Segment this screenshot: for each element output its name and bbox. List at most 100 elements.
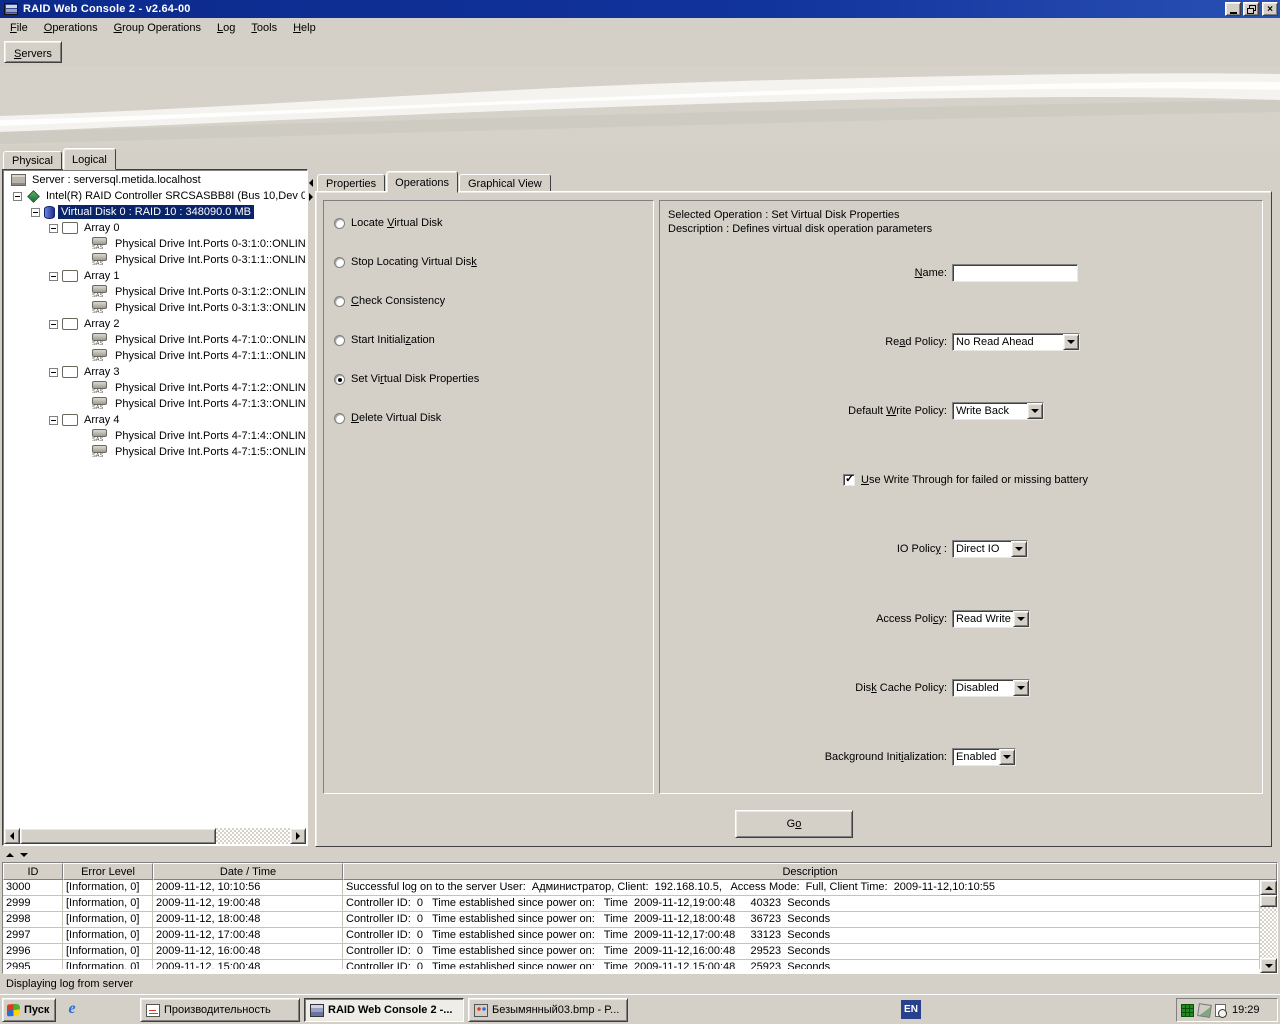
tree-item-drive[interactable]: SAS Physical Drive Int.Ports 4-7:1:2::ON… [5, 380, 305, 396]
tab-operations[interactable]: Operations [386, 171, 458, 193]
tree-item-drive[interactable]: SAS Physical Drive Int.Ports 4-7:1:4::ON… [5, 428, 305, 444]
menu-operations[interactable]: Operations [36, 19, 106, 38]
log-row[interactable]: 2998 [Information, 0] 2009-11-12, 18:00:… [3, 912, 1260, 928]
radio-locate-virtual-disk[interactable]: Locate Virtual Disk [334, 215, 443, 231]
radio-set-virtual-disk-properties[interactable]: Set Virtual Disk Properties [334, 371, 479, 387]
tree-item-drive[interactable]: SAS Physical Drive Int.Ports 0-3:1:1::ON… [5, 252, 305, 268]
splitter-down-button[interactable] [17, 850, 30, 859]
tree-item-drive[interactable]: SAS Physical Drive Int.Ports 4-7:1:0::ON… [5, 332, 305, 348]
collapse-minus-icon[interactable] [13, 192, 22, 201]
scrollbar-track[interactable] [216, 828, 290, 844]
internet-explorer-icon[interactable]: e [62, 1000, 82, 1020]
access-policy-select[interactable]: Read Write [952, 610, 1030, 628]
radio-stop-locating-virtual-disk[interactable]: Stop Locating Virtual Disk [334, 254, 477, 270]
read-policy-select[interactable]: No Read Ahead [952, 333, 1080, 351]
dropdown-button[interactable] [1063, 334, 1079, 350]
dropdown-button[interactable] [1013, 611, 1029, 627]
menu-log[interactable]: Log [209, 19, 243, 38]
scroll-up-button[interactable] [1260, 880, 1277, 895]
log-row[interactable]: 2997 [Information, 0] 2009-11-12, 17:00:… [3, 928, 1260, 944]
radio-delete-virtual-disk[interactable]: Delete Virtual Disk [334, 410, 441, 426]
collapse-minus-icon[interactable] [49, 272, 58, 281]
log-header-description[interactable]: Description [343, 863, 1277, 880]
tab-physical[interactable]: Physical [3, 151, 62, 170]
close-button[interactable]: × [1262, 2, 1278, 16]
tree-item-virtual-disk[interactable]: Virtual Disk 0 : RAID 10 : 348090.0 MB [5, 204, 305, 220]
io-policy-select[interactable]: Direct IO [952, 540, 1028, 558]
scrollbar-thumb[interactable] [20, 828, 216, 844]
scroll-right-button[interactable] [290, 828, 306, 844]
radio-icon[interactable] [334, 335, 345, 346]
background-initialization-select[interactable]: Enabled [952, 748, 1016, 766]
log-splitter[interactable] [0, 848, 1280, 861]
go-button[interactable]: Go [735, 810, 853, 838]
tree-item-array-2[interactable]: Array 2 [5, 316, 305, 332]
dropdown-button[interactable] [1011, 541, 1027, 557]
start-button[interactable]: Пуск [2, 998, 56, 1022]
tray-app-icon[interactable] [1197, 1003, 1212, 1018]
radio-check-consistency[interactable]: Check Consistency [334, 293, 445, 309]
tree-item-controller[interactable]: Intel(R) RAID Controller SRCSASBB8I (Bus… [5, 188, 305, 204]
log-row-partial[interactable]: 2995 [Information, 0] 2009-11-12, 15:00:… [3, 960, 1260, 969]
task-button-raid-console[interactable]: RAID Web Console 2 -... [304, 998, 464, 1022]
tree-item-array-1[interactable]: Array 1 [5, 268, 305, 284]
name-input[interactable] [952, 264, 1078, 282]
dropdown-button[interactable] [1027, 403, 1043, 419]
collapse-minus-icon[interactable] [49, 224, 58, 233]
log-row[interactable]: 2999 [Information, 0] 2009-11-12, 19:00:… [3, 896, 1260, 912]
collapse-minus-icon[interactable] [49, 368, 58, 377]
collapse-minus-icon[interactable] [49, 320, 58, 329]
scrollbar-thumb[interactable] [1260, 895, 1277, 907]
task-button-perfmon[interactable]: Производительность [140, 998, 300, 1022]
radio-icon[interactable] [334, 257, 345, 268]
menu-tools[interactable]: Tools [243, 19, 285, 38]
log-header-error-level[interactable]: Error Level [63, 863, 153, 880]
tab-logical[interactable]: Logical [63, 148, 116, 170]
tree-item-server[interactable]: Server : serversql.metida.localhost [5, 172, 305, 188]
servers-button[interactable]: Servers [4, 41, 62, 63]
menu-file[interactable]: File [2, 19, 36, 38]
log-header-date-time[interactable]: Date / Time [153, 863, 343, 880]
log-header-id[interactable]: ID [3, 863, 63, 880]
task-button-paint[interactable]: Безымянный03.bmp - P... [468, 998, 628, 1022]
tray-grid-icon[interactable] [1181, 1004, 1194, 1017]
menu-group-operations[interactable]: Group Operations [106, 19, 209, 38]
dropdown-button[interactable] [1013, 680, 1029, 696]
minimize-button[interactable] [1225, 2, 1241, 16]
write-policy-select[interactable]: Write Back [952, 402, 1044, 420]
tree-item-drive[interactable]: SAS Physical Drive Int.Ports 0-3:1:2::ON… [5, 284, 305, 300]
tree-item-drive[interactable]: SAS Physical Drive Int.Ports 0-3:1:3::ON… [5, 300, 305, 316]
tree-item-drive[interactable]: SAS Physical Drive Int.Ports 0-3:1:0::ON… [5, 236, 305, 252]
scroll-down-button[interactable] [1260, 958, 1277, 973]
background-initialization-row: Background Initialization: Enabled [660, 747, 1016, 767]
splitter-collapse-right-icon[interactable] [309, 193, 313, 201]
disk-cache-policy-select[interactable]: Disabled [952, 679, 1030, 697]
radio-icon[interactable] [334, 218, 345, 229]
checkbox-checked-icon[interactable] [843, 474, 855, 486]
radio-icon[interactable] [334, 296, 345, 307]
collapse-minus-icon[interactable] [31, 208, 40, 217]
restore-button[interactable] [1243, 2, 1259, 16]
radio-selected-icon[interactable] [334, 374, 345, 385]
collapse-minus-icon[interactable] [49, 416, 58, 425]
tree-item-label: Physical Drive Int.Ports 4-7:1:3::ONLINI [112, 397, 305, 411]
battery-checkbox-row[interactable]: Use Write Through for failed or missing … [843, 470, 1088, 490]
radio-start-initialization[interactable]: Start Initialization [334, 332, 435, 348]
tree-item-array-0[interactable]: Array 0 [5, 220, 305, 236]
splitter-up-button[interactable] [3, 850, 16, 859]
scroll-left-button[interactable] [4, 828, 20, 844]
tree-item-drive[interactable]: SAS Physical Drive Int.Ports 4-7:1:1::ON… [5, 348, 305, 364]
tray-scheduler-icon[interactable] [1215, 1004, 1226, 1017]
splitter-collapse-left-icon[interactable] [309, 179, 313, 187]
tree-item-array-3[interactable]: Array 3 [5, 364, 305, 380]
scrollbar-track[interactable] [1260, 907, 1277, 958]
tree-item-drive[interactable]: SAS Physical Drive Int.Ports 4-7:1:5::ON… [5, 444, 305, 460]
log-row[interactable]: 3000 [Information, 0] 2009-11-12, 10:10:… [3, 880, 1260, 896]
tree-item-drive[interactable]: SAS Physical Drive Int.Ports 4-7:1:3::ON… [5, 396, 305, 412]
dropdown-button[interactable] [999, 749, 1015, 765]
log-row[interactable]: 2996 [Information, 0] 2009-11-12, 16:00:… [3, 944, 1260, 960]
radio-icon[interactable] [334, 413, 345, 424]
language-indicator[interactable]: EN [901, 1000, 921, 1019]
tree-item-array-4[interactable]: Array 4 [5, 412, 305, 428]
menu-help[interactable]: Help [285, 19, 324, 38]
